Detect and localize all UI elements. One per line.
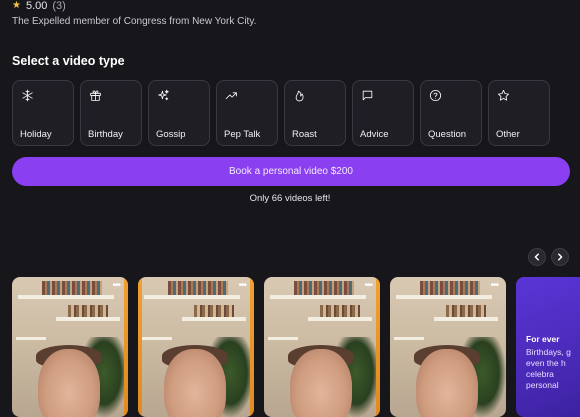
shelf bbox=[270, 295, 366, 299]
shelf bbox=[16, 337, 46, 340]
review-count: (3) bbox=[52, 0, 66, 12]
chevron-left-icon bbox=[534, 253, 539, 261]
more-options-icon[interactable]: ••• bbox=[364, 281, 372, 291]
shelf bbox=[396, 295, 492, 299]
shelf bbox=[308, 317, 372, 321]
video-type-label: Birthday bbox=[88, 129, 123, 140]
video-type-advice[interactable]: Advice bbox=[352, 80, 414, 146]
videos-remaining: Only 66 videos left! bbox=[249, 193, 331, 204]
message-square-icon bbox=[360, 88, 374, 102]
shelf bbox=[142, 337, 172, 340]
help-circle-icon bbox=[428, 88, 442, 102]
thumbnail-edge bbox=[124, 277, 128, 417]
video-type-label: Advice bbox=[360, 129, 389, 140]
flame-icon bbox=[292, 88, 306, 102]
bookshelf bbox=[42, 281, 102, 295]
person-face bbox=[416, 349, 478, 417]
thumbnail-edge bbox=[250, 277, 254, 417]
person-face bbox=[290, 349, 352, 417]
video-thumbnail[interactable]: ••• bbox=[12, 277, 128, 417]
video-thumbnail[interactable]: ••• bbox=[264, 277, 380, 417]
sparkles-icon bbox=[156, 88, 170, 102]
rating: ★ 5.00 (3) bbox=[12, 0, 66, 12]
person-face bbox=[38, 349, 100, 417]
book-video-button[interactable]: Book a personal video $200 bbox=[12, 157, 570, 186]
bookshelf bbox=[68, 305, 108, 317]
shelf bbox=[18, 295, 114, 299]
bookshelf bbox=[194, 305, 234, 317]
shelf bbox=[144, 295, 240, 299]
shelf bbox=[394, 337, 424, 340]
carousel-next-button[interactable] bbox=[551, 248, 569, 266]
video-type-question[interactable]: Question bbox=[420, 80, 482, 146]
video-type-label: Holiday bbox=[20, 129, 52, 140]
shelf bbox=[268, 337, 298, 340]
more-options-icon[interactable]: ••• bbox=[238, 281, 246, 291]
star-icon: ★ bbox=[12, 0, 21, 11]
video-thumbnail[interactable]: ••• bbox=[138, 277, 254, 417]
trending-up-icon bbox=[224, 88, 238, 102]
profile-bio: The Expelled member of Congress from New… bbox=[12, 16, 257, 27]
video-type-pep-talk[interactable]: Pep Talk bbox=[216, 80, 278, 146]
bookshelf bbox=[168, 281, 228, 295]
video-carousel: ••• ••• ••• ••• For ever Birthdays, g ev… bbox=[12, 277, 580, 417]
promo-text: Birthdays, g even the h celebra personal bbox=[526, 347, 571, 390]
snowflake-icon bbox=[20, 88, 34, 102]
video-type-other[interactable]: Other bbox=[488, 80, 550, 146]
video-type-label: Other bbox=[496, 129, 520, 140]
shelf bbox=[434, 317, 498, 321]
thumbnail-edge bbox=[376, 277, 380, 417]
video-type-label: Pep Talk bbox=[224, 129, 261, 140]
video-thumbnail[interactable]: ••• bbox=[390, 277, 506, 417]
video-type-label: Roast bbox=[292, 129, 317, 140]
video-type-label: Question bbox=[428, 129, 467, 140]
carousel-prev-button[interactable] bbox=[528, 248, 546, 266]
video-type-roast[interactable]: Roast bbox=[284, 80, 346, 146]
thumbnail-edge bbox=[138, 277, 142, 417]
bookshelf bbox=[446, 305, 486, 317]
occasion-promo-card[interactable]: For ever Birthdays, g even the h celebra… bbox=[516, 277, 580, 417]
bookshelf bbox=[294, 281, 354, 295]
gift-icon bbox=[88, 88, 102, 102]
video-type-holiday[interactable]: Holiday bbox=[12, 80, 74, 146]
star-icon bbox=[496, 88, 510, 102]
shelf bbox=[56, 317, 120, 321]
video-type-label: Gossip bbox=[156, 129, 186, 140]
video-type-gossip[interactable]: Gossip bbox=[148, 80, 210, 146]
video-type-list: Holiday Birthday Gossip Pep Talk Roast A… bbox=[12, 80, 550, 146]
promo-title: For ever bbox=[526, 334, 560, 344]
section-title: Select a video type bbox=[12, 54, 125, 68]
more-options-icon[interactable]: ••• bbox=[112, 281, 120, 291]
chevron-right-icon bbox=[558, 253, 563, 261]
video-type-birthday[interactable]: Birthday bbox=[80, 80, 142, 146]
bookshelf bbox=[320, 305, 360, 317]
shelf bbox=[182, 317, 246, 321]
rating-value: 5.00 bbox=[25, 0, 48, 12]
person-face bbox=[164, 349, 226, 417]
more-options-icon[interactable]: ••• bbox=[490, 281, 498, 291]
bookshelf bbox=[420, 281, 480, 295]
